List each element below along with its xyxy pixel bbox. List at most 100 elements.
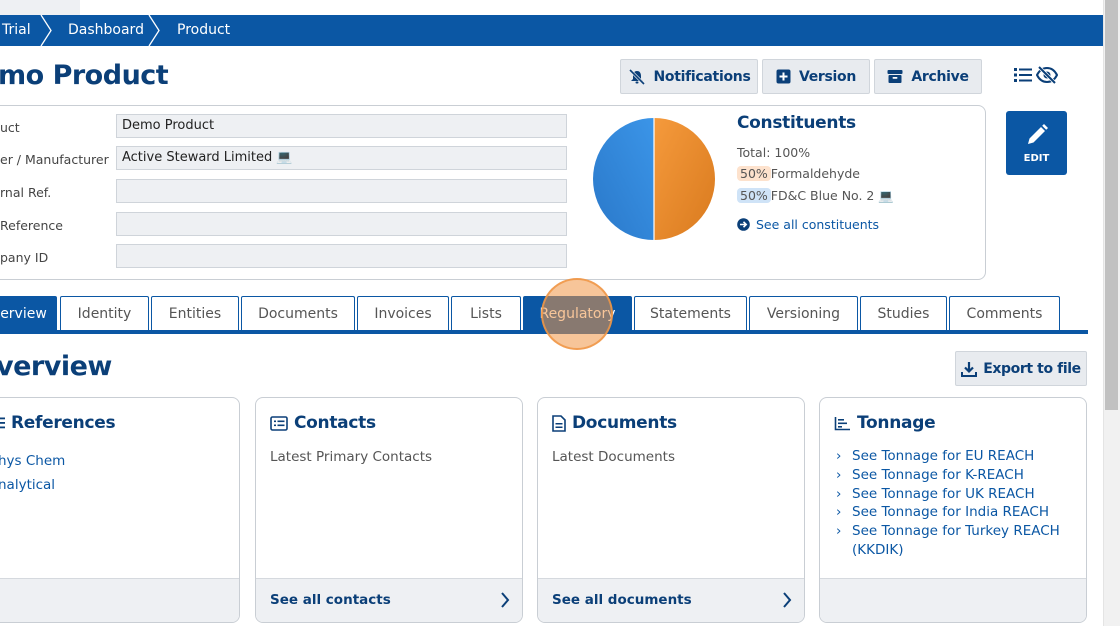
tonnage-link[interactable]: › See Tonnage for Turkey REACH (KKDIK)	[836, 522, 1076, 560]
field-label-product: uct	[0, 120, 20, 135]
documents-card-footer[interactable]: See all documents	[538, 578, 804, 622]
pencil-icon	[1027, 123, 1048, 144]
tonnage-link-label: See Tonnage for India REACH	[852, 504, 1049, 521]
list-icon	[0, 417, 5, 429]
tab-statements[interactable]: Statements	[634, 296, 747, 330]
references-card-footer	[0, 578, 239, 622]
contacts-card-text: Latest Primary Contacts	[270, 449, 433, 465]
download-icon	[961, 361, 978, 377]
bell-slash-icon	[628, 68, 645, 85]
tonnage-link[interactable]: › See Tonnage for India REACH	[836, 503, 1076, 522]
documents-card: Documents Latest Documents See all docum…	[537, 397, 805, 623]
constituent-pct: 50%	[737, 188, 771, 203]
tab-comments[interactable]: Comments	[949, 296, 1060, 330]
tab-overview[interactable]: erview	[0, 296, 57, 330]
chevron-right-icon	[783, 592, 792, 608]
company-id-field[interactable]	[116, 244, 567, 268]
contacts-title-label: Contacts	[294, 413, 376, 433]
tab-studies[interactable]: Studies	[860, 296, 947, 330]
export-label: Export to file	[983, 360, 1081, 377]
tab-regulatory[interactable]: Regulatory	[523, 296, 632, 330]
pie-slice-formaldehyde[interactable]	[654, 118, 715, 240]
tonnage-link-label: See Tonnage for K-REACH	[852, 466, 1024, 483]
constituents-title: Constituents	[737, 113, 856, 133]
documents-card-title: Documents	[552, 413, 677, 433]
chevron-right-icon: ›	[836, 504, 842, 521]
reference-field[interactable]	[116, 212, 567, 236]
constituent-pct: 50%	[737, 166, 771, 181]
constituent-name: FD&C Blue No. 2 💻	[770, 188, 894, 203]
references-card-title: References	[0, 413, 116, 433]
tab-versioning[interactable]: Versioning	[749, 296, 858, 330]
archive-label: Archive	[911, 68, 969, 85]
tonnage-card: Tonnage › See Tonnage for EU REACH › See T…	[819, 397, 1087, 623]
field-label-reference: Reference	[0, 218, 63, 233]
contacts-card-footer[interactable]: See all contacts	[256, 578, 522, 622]
browser-tab-stub	[0, 0, 80, 15]
notifications-button[interactable]: Notifications	[620, 59, 758, 94]
constituent-item: 50% Formaldehyde	[737, 166, 860, 181]
product-name-field[interactable]: Demo Product	[116, 114, 567, 138]
reference-link[interactable]: nalytical	[0, 473, 65, 497]
address-card-icon	[270, 415, 288, 431]
breadcrumb-separator-icon	[148, 15, 160, 46]
tonnage-card-title: Tonnage	[834, 413, 936, 433]
eye-slash-icon[interactable]	[1036, 66, 1058, 84]
notifications-label: Notifications	[653, 68, 751, 85]
breadcrumb-trial[interactable]: Trial	[2, 15, 31, 46]
chevron-right-icon: ›	[836, 523, 842, 540]
references-card: References hys Chem nalytical	[0, 397, 240, 623]
tonnage-link[interactable]: › See Tonnage for EU REACH	[836, 447, 1076, 466]
manufacturer-field[interactable]: Active Steward Limited 💻	[116, 146, 567, 170]
constituent-item: 50% FD&C Blue No. 2 💻	[737, 188, 894, 204]
pie-slice-fdc-blue[interactable]	[593, 118, 654, 240]
list-icon[interactable]	[1014, 67, 1032, 83]
edit-label: EDIT	[1023, 152, 1050, 164]
tab-invoices[interactable]: Invoices	[357, 296, 449, 330]
breadcrumb-dashboard[interactable]: Dashboard	[68, 15, 144, 46]
constituents-total: Total: 100%	[737, 145, 811, 160]
see-all-documents-link[interactable]: See all documents	[552, 592, 692, 608]
chevron-right-icon: ›	[836, 448, 842, 464]
bar-chart-icon	[834, 416, 850, 430]
breadcrumb-product: Product	[177, 22, 231, 38]
section-title: verview	[0, 351, 112, 382]
field-label-internal-ref: rnal Ref.	[0, 185, 52, 200]
tonnage-link[interactable]: › See Tonnage for UK REACH	[836, 485, 1076, 504]
tonnage-link-label: See Tonnage for UK REACH	[852, 485, 1035, 502]
contacts-card-title: Contacts	[270, 413, 376, 433]
chevron-right-icon: ›	[836, 485, 842, 502]
documents-title-label: Documents	[572, 413, 677, 433]
tab-documents[interactable]: Documents	[241, 296, 355, 330]
documents-card-text: Latest Documents	[552, 449, 675, 465]
internal-ref-field[interactable]	[116, 179, 567, 203]
edit-button[interactable]: EDIT	[1006, 111, 1067, 175]
tonnage-link-label: See Tonnage for EU REACH	[852, 448, 1035, 464]
breadcrumb-separator-icon	[40, 15, 52, 46]
export-to-file-button[interactable]: Export to file	[955, 351, 1087, 386]
scrollbar-thumb[interactable]	[1105, 0, 1118, 410]
references-title-label: References	[11, 413, 116, 433]
document-icon	[552, 414, 566, 432]
archive-button[interactable]: Archive	[874, 59, 982, 94]
tonnage-link-label: See Tonnage for Turkey REACH (KKDIK)	[852, 523, 1060, 558]
plus-square-icon	[776, 69, 791, 84]
see-all-contacts-link[interactable]: See all contacts	[270, 592, 391, 608]
reference-link[interactable]: hys Chem	[0, 449, 65, 473]
see-all-constituents-link[interactable]: See all constituents	[737, 217, 879, 232]
page-title: mo Product	[0, 60, 169, 91]
chevron-right-icon: ›	[836, 466, 842, 483]
tonnage-link[interactable]: › See Tonnage for K-REACH	[836, 466, 1076, 485]
header-tool-icons	[1014, 66, 1058, 84]
constituent-name: Formaldehyde	[770, 166, 860, 181]
version-button[interactable]: Version	[762, 59, 870, 94]
see-all-constituents-label: See all constituents	[756, 217, 880, 232]
archive-box-icon	[887, 70, 903, 83]
constituents-pie-chart	[593, 118, 715, 240]
tab-lists[interactable]: Lists	[451, 296, 521, 330]
tonnage-list: › See Tonnage for EU REACH › See Tonnage f…	[836, 447, 1076, 560]
tab-entities[interactable]: Entities	[151, 296, 239, 330]
tab-identity[interactable]: Identity	[60, 296, 149, 330]
arrow-circle-right-icon	[737, 218, 750, 231]
references-list: hys Chem nalytical	[0, 449, 65, 497]
